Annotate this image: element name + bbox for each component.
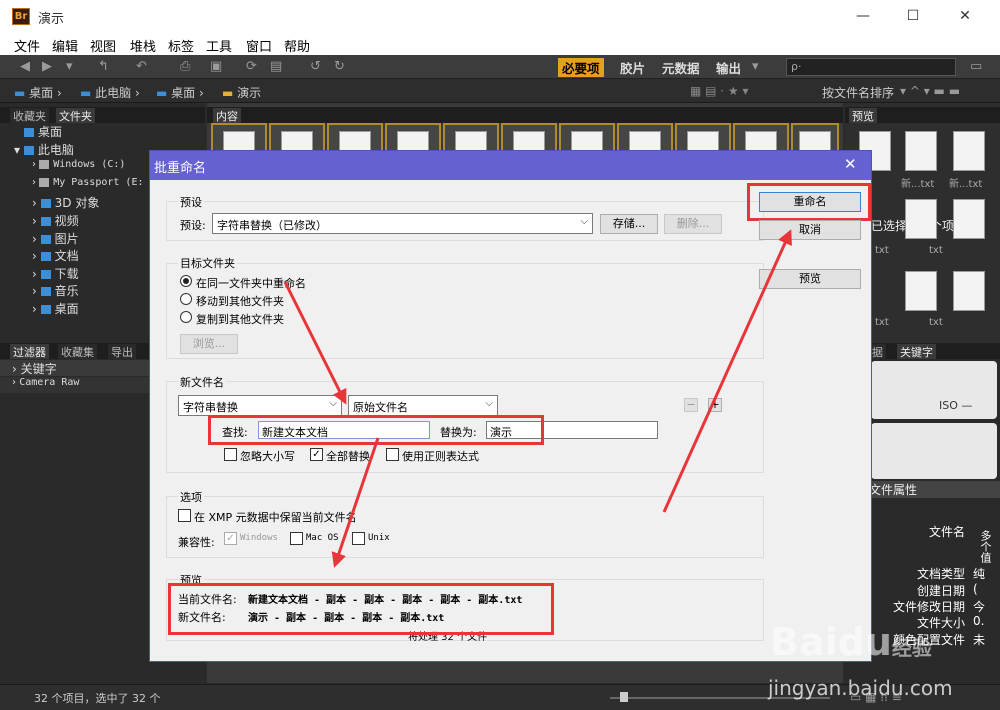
- arrow-to-rename: [662, 229, 792, 513]
- annotation-arrows: [283, 229, 792, 568]
- watermark-logo: Baidu经验: [770, 620, 932, 664]
- arrow-to-preview: [331, 437, 380, 568]
- watermark-url: jingyan.baidu.com: [768, 676, 953, 700]
- arrow-to-find: [283, 281, 347, 405]
